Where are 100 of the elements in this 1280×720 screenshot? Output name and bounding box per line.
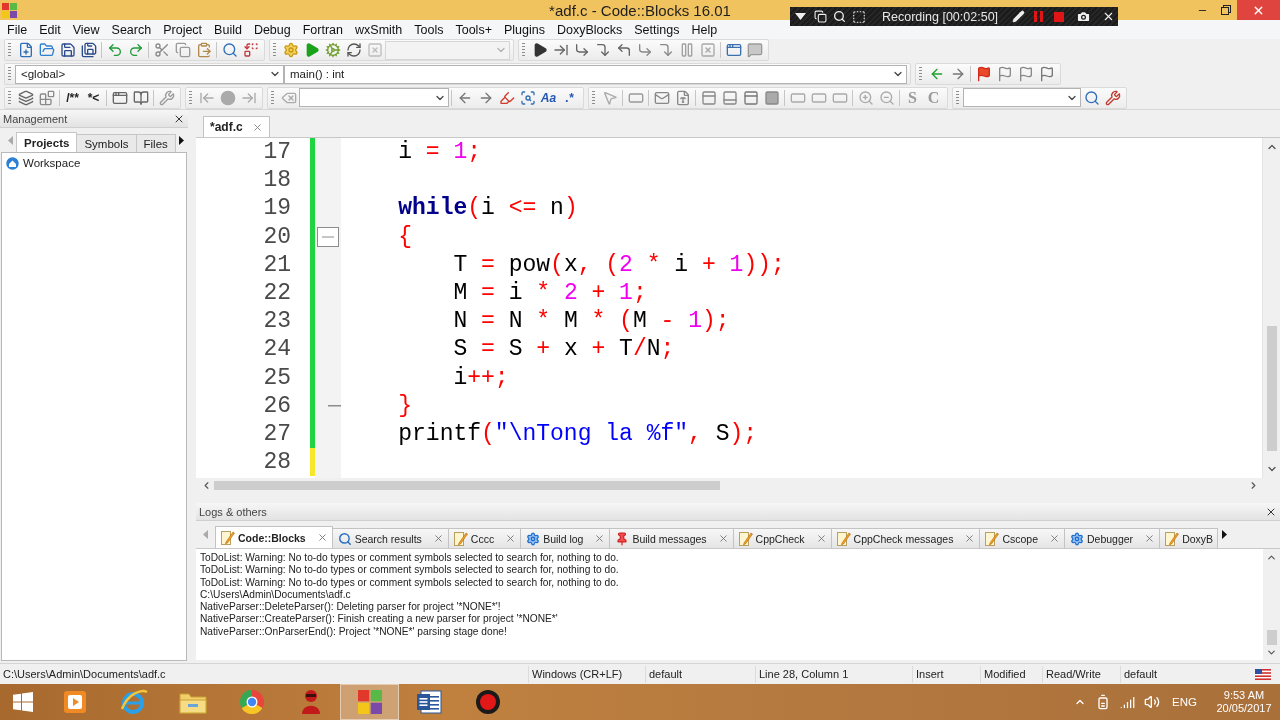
menu-item[interactable]: DoxyBlocks — [550, 22, 629, 37]
vertical-scrollbar[interactable] — [1262, 138, 1280, 478]
panel-tab[interactable]: Symbols — [76, 134, 137, 152]
corner-arrow-icon[interactable] — [573, 42, 590, 59]
scroll-thumb[interactable] — [1266, 630, 1277, 645]
square-x-icon[interactable] — [699, 42, 716, 59]
menu-item[interactable]: Tools+ — [449, 22, 498, 37]
refresh-icon[interactable] — [345, 42, 362, 59]
panel-icon[interactable] — [700, 89, 717, 106]
panel-icon[interactable] — [721, 89, 738, 106]
scissors-icon[interactable] — [153, 42, 170, 59]
menu-item[interactable]: Plugins — [497, 22, 551, 37]
search-icon[interactable] — [833, 10, 846, 23]
toolbar-grip[interactable] — [956, 90, 959, 105]
toolbar-grip[interactable] — [8, 90, 11, 105]
text-file-icon[interactable] — [674, 89, 691, 106]
toolbar-grip[interactable] — [919, 67, 922, 81]
zoom-in-icon[interactable] — [857, 89, 874, 106]
scroll-right-icon[interactable] — [179, 135, 185, 145]
menu-item[interactable]: wxSmith — [349, 22, 409, 37]
menu-item[interactable]: Build — [208, 22, 248, 37]
function-dropdown[interactable]: main() : int — [284, 64, 907, 84]
search-text-field[interactable] — [299, 88, 449, 108]
toolbar-button[interactable]: .* — [559, 87, 580, 108]
scan-search-icon[interactable] — [519, 89, 536, 106]
scroll-thumb[interactable] — [214, 480, 720, 490]
cog-icon[interactable] — [324, 42, 341, 59]
menu-item[interactable]: Project — [157, 22, 209, 37]
build-target-field[interactable] — [385, 40, 510, 60]
replace-icon[interactable] — [242, 42, 259, 59]
zoom-out-icon[interactable] — [878, 89, 895, 106]
overlapping-squares-icon[interactable] — [814, 10, 827, 23]
highlighter-icon[interactable] — [498, 89, 515, 106]
toolbar-grip[interactable] — [8, 67, 11, 81]
stop-icon[interactable] — [1054, 11, 1065, 22]
search-combo-field[interactable] — [963, 88, 1081, 108]
log-tab[interactable]: Cscope — [979, 528, 1065, 548]
corner-arrow-icon[interactable] — [636, 42, 653, 59]
corner-arrow-icon[interactable] — [615, 42, 632, 59]
toolbar-grip[interactable] — [271, 90, 274, 105]
log-tab[interactable]: Cccc — [447, 528, 522, 548]
panel-icon[interactable] — [742, 89, 759, 106]
signal-bars-icon[interactable] — [1120, 694, 1136, 710]
book-icon[interactable] — [132, 89, 149, 106]
toolbar-grip[interactable] — [189, 90, 192, 105]
gear-icon[interactable] — [282, 42, 299, 59]
blocks-icon[interactable] — [38, 89, 55, 106]
toolbar-button[interactable]: Aa — [538, 87, 559, 108]
pause-icon[interactable] — [1034, 11, 1044, 22]
menu-item[interactable]: Debug — [247, 22, 297, 37]
dashed-square-icon[interactable] — [852, 9, 866, 24]
log-tab[interactable]: Build log — [520, 528, 611, 548]
dot-icon[interactable] — [219, 89, 236, 106]
toolbar-grip[interactable] — [273, 43, 276, 58]
flag-icon[interactable] — [1038, 66, 1055, 82]
window-icon[interactable] — [725, 42, 742, 59]
toolbar-grip[interactable] — [8, 43, 11, 58]
panel-tab[interactable]: Files — [135, 134, 176, 152]
floppy-disks-icon[interactable] — [80, 42, 97, 59]
flag-icon[interactable] — [1017, 66, 1034, 82]
toolbar-button[interactable]: /** — [62, 87, 83, 108]
log-tab[interactable]: CppCheck messages — [830, 528, 981, 548]
clock-time[interactable]: 9:53 AM — [1223, 689, 1265, 702]
menu-item[interactable]: Search — [105, 22, 158, 37]
taskbar-button[interactable] — [340, 684, 399, 720]
toolbar-button[interactable]: *< — [83, 87, 104, 108]
toolbar-grip[interactable] — [522, 43, 525, 58]
log-tab[interactable]: Debugger — [1064, 528, 1161, 548]
scroll-left-icon[interactable] — [7, 135, 13, 145]
log-tab[interactable]: Search results — [331, 528, 449, 548]
corner-arrow-icon[interactable] — [594, 42, 611, 59]
file-plus-icon[interactable] — [17, 42, 34, 59]
file-tab[interactable]: *adf.c — [203, 116, 270, 137]
minus-box-icon[interactable] — [317, 226, 339, 247]
menu-item[interactable]: Edit — [33, 22, 67, 37]
camera-icon[interactable] — [1076, 9, 1092, 24]
tree-item[interactable]: Workspace — [6, 155, 81, 171]
menu-item[interactable]: Fortran — [296, 22, 350, 37]
folder-icon[interactable] — [38, 42, 55, 59]
wrench-icon[interactable] — [1104, 89, 1121, 106]
corner-arrow-icon[interactable] — [657, 42, 674, 59]
scope-dropdown[interactable]: <global> — [15, 64, 284, 84]
square-icon[interactable] — [763, 89, 780, 106]
wrench-icon[interactable] — [158, 89, 175, 106]
envelope-icon[interactable] — [653, 89, 670, 106]
menu-item[interactable]: Settings — [628, 22, 686, 37]
log-tab[interactable]: Code::Blocks — [215, 526, 333, 548]
speaker-icon[interactable] — [1144, 694, 1161, 710]
language-indicator[interactable]: ENG — [1172, 696, 1197, 708]
log-tab[interactable]: CppCheck — [732, 528, 832, 548]
undo-icon[interactable] — [106, 42, 123, 59]
chevron-down-icon[interactable] — [1266, 647, 1277, 658]
panel-tab[interactable]: Projects — [16, 132, 78, 152]
menu-item[interactable]: File — [1, 22, 34, 37]
layers-icon[interactable] — [17, 89, 34, 106]
flag-icon[interactable] — [996, 66, 1013, 82]
menu-item[interactable]: Tools — [408, 22, 450, 37]
pencil-icon[interactable] — [1012, 10, 1026, 23]
log-tab[interactable]: Build messages — [609, 528, 734, 548]
log-tab[interactable]: DoxyB — [1159, 528, 1219, 548]
